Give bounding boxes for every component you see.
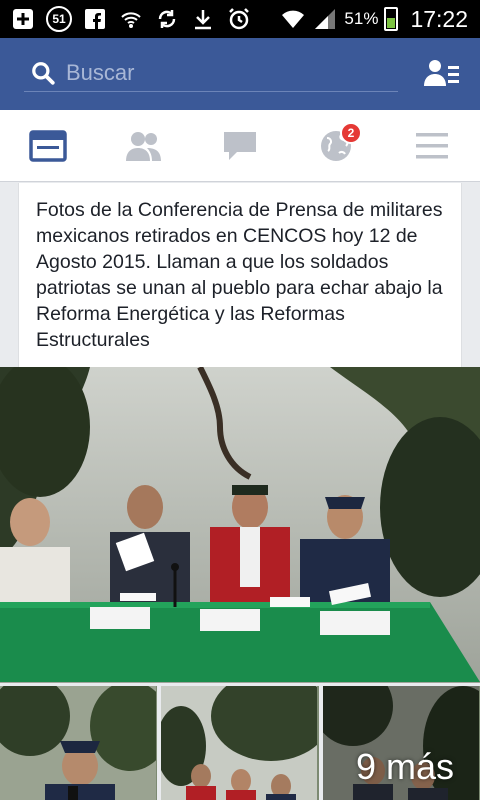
tab-news-feed[interactable]	[0, 110, 96, 181]
signal-icon	[312, 6, 338, 32]
more-photos-label: 9 más	[355, 746, 454, 787]
battery-icon	[384, 7, 399, 31]
search-icon	[32, 61, 55, 85]
post-thumbnail-more[interactable]: 9 más	[322, 686, 480, 800]
post-card: Fotos de la Conferencia de Prensa de mil…	[18, 183, 462, 367]
search-input[interactable]	[66, 59, 366, 86]
post-thumbnail[interactable]	[161, 686, 319, 800]
tab-messages[interactable]	[192, 110, 288, 181]
sync-icon	[154, 6, 180, 32]
search-header	[0, 38, 480, 110]
search-bar[interactable]	[24, 54, 398, 92]
message-bubble-icon	[224, 131, 256, 160]
download-icon	[190, 6, 216, 32]
status-bar: 51 51% 17:22	[0, 0, 480, 38]
clock: 17:22	[410, 5, 468, 32]
friends-icon	[126, 131, 161, 161]
wifi-icon	[280, 6, 306, 32]
press-conference-photo	[0, 367, 480, 683]
tab-more-menu[interactable]	[384, 110, 480, 181]
thumbnail-photo	[0, 686, 158, 800]
news-feed-icon	[29, 129, 67, 162]
post-thumbnail-strip: 9 más	[0, 686, 480, 800]
tab-notifications[interactable]: 2	[288, 110, 384, 181]
tab-bar: 2	[0, 110, 480, 182]
post-thumbnail[interactable]	[0, 686, 158, 800]
facebook-icon	[82, 6, 108, 32]
alarm-icon	[226, 6, 252, 32]
notifications-badge: 2	[340, 122, 362, 144]
friend-list-icon[interactable]	[424, 58, 460, 88]
hamburger-menu-icon	[416, 132, 448, 158]
notification-count-badge: 51	[46, 6, 72, 32]
post-text: Fotos de la Conferencia de Prensa de mil…	[36, 199, 443, 351]
tab-friend-requests[interactable]	[96, 110, 192, 181]
thumbnail-photo	[161, 686, 319, 800]
battery-level-fill	[387, 17, 396, 28]
post-main-photo[interactable]	[0, 367, 480, 683]
news-feed: Fotos de la Conferencia de Prensa de mil…	[0, 183, 480, 800]
battery-percent: 51%	[344, 9, 379, 28]
add-box-icon	[10, 6, 36, 32]
wifi-router-icon	[118, 6, 144, 32]
